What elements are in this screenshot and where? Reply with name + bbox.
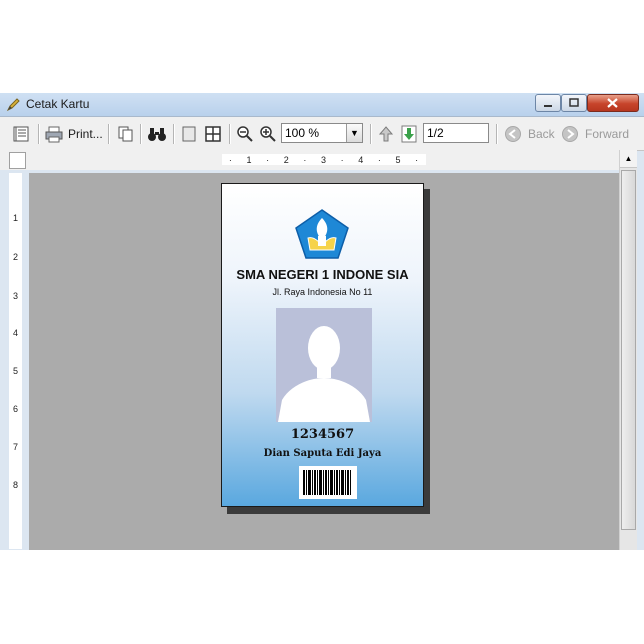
document-outline-icon [13, 126, 29, 142]
ruler-h-label: 3 [320, 154, 327, 165]
student-photo [276, 308, 372, 422]
ruler-h-label: 2 [283, 154, 290, 165]
forward-button[interactable]: Forward [561, 124, 629, 144]
ruler-bar: · 1 · 2 · 3 · 4 · 5 · [0, 150, 620, 170]
barcode-icon [303, 470, 351, 495]
arrow-up-icon [378, 126, 394, 142]
print-label: Print... [68, 127, 103, 141]
school-name: SMA NEGERI 1 INDONE SIA [236, 267, 409, 282]
single-page-button[interactable] [180, 124, 198, 144]
school-logo-icon [295, 209, 349, 259]
ruler-v-label: 7 [13, 442, 19, 452]
print-button[interactable]: Print... [44, 124, 103, 144]
ruler-v-label: 2 [13, 252, 19, 262]
title-bar: Cetak Kartu [0, 93, 644, 116]
copy-button[interactable] [116, 124, 134, 144]
minimize-icon [544, 105, 552, 107]
ruler-h-label: 4 [358, 154, 365, 165]
school-address: Jl. Raya Indonesia No 11 [272, 287, 373, 297]
student-name: Dian Saputa Edi Jaya [263, 448, 382, 459]
barcode [299, 466, 357, 499]
zoom-in-icon [260, 126, 276, 142]
zoom-out-button[interactable] [236, 124, 254, 144]
ruler-v-label: 6 [13, 404, 19, 414]
ruler-v-label: 1 [13, 213, 19, 223]
zoom-out-icon [237, 126, 253, 142]
window-title: Cetak Kartu [26, 97, 90, 111]
ruler-v-label: 5 [13, 366, 19, 376]
back-label: Back [528, 127, 555, 141]
scrollbar-thumb[interactable] [621, 170, 636, 530]
maximize-icon [569, 98, 579, 107]
printer-icon [45, 126, 63, 143]
page-number-input[interactable]: 1/2 [423, 123, 489, 143]
maximize-button[interactable] [561, 94, 587, 112]
back-button[interactable]: Back [504, 124, 555, 144]
ruler-corner [9, 152, 26, 169]
single-page-icon [182, 126, 196, 142]
vertical-scrollbar[interactable]: ▲ [619, 150, 637, 550]
find-button[interactable] [147, 124, 167, 144]
multi-page-button[interactable] [204, 124, 222, 144]
ruler-v-label: 4 [13, 328, 19, 338]
toolbar: Print... 100 % ▼ 1/2 Back Forward [0, 116, 644, 151]
ruler-h-label: 1 [246, 154, 253, 165]
vertical-ruler: 1 2 3 4 5 6 7 8 [9, 173, 22, 549]
back-arrow-icon [505, 126, 521, 142]
student-id: 1234567 [290, 427, 355, 442]
arrow-down-icon [401, 125, 417, 143]
ruler-v-label: 3 [13, 291, 19, 301]
previous-page-button[interactable] [378, 124, 394, 144]
close-button[interactable] [587, 94, 639, 112]
chevron-down-icon[interactable]: ▼ [346, 124, 362, 142]
zoom-value: 100 % [285, 126, 320, 140]
ruler-v-label: 8 [13, 480, 19, 490]
id-card: SMA NEGERI 1 INDONE SIA Jl. Raya Indones… [221, 183, 424, 507]
multi-page-icon [205, 126, 221, 142]
horizontal-ruler: · 1 · 2 · 3 · 4 · 5 · [222, 154, 426, 165]
outline-button[interactable] [12, 124, 30, 144]
next-page-button[interactable] [401, 124, 417, 144]
ruler-h-label: 5 [395, 154, 402, 165]
zoom-select[interactable]: 100 % ▼ [281, 123, 363, 143]
zoom-in-button[interactable] [259, 124, 277, 144]
copy-icon [118, 126, 133, 142]
minimize-button[interactable] [535, 94, 561, 112]
forward-arrow-icon [562, 126, 578, 142]
pencil-icon [6, 98, 20, 112]
page-number-value: 1/2 [427, 126, 444, 140]
close-icon [607, 98, 618, 108]
forward-label: Forward [585, 127, 630, 141]
person-silhouette-icon [278, 326, 370, 422]
scroll-up-icon[interactable]: ▲ [620, 150, 637, 168]
binoculars-icon [148, 128, 166, 141]
